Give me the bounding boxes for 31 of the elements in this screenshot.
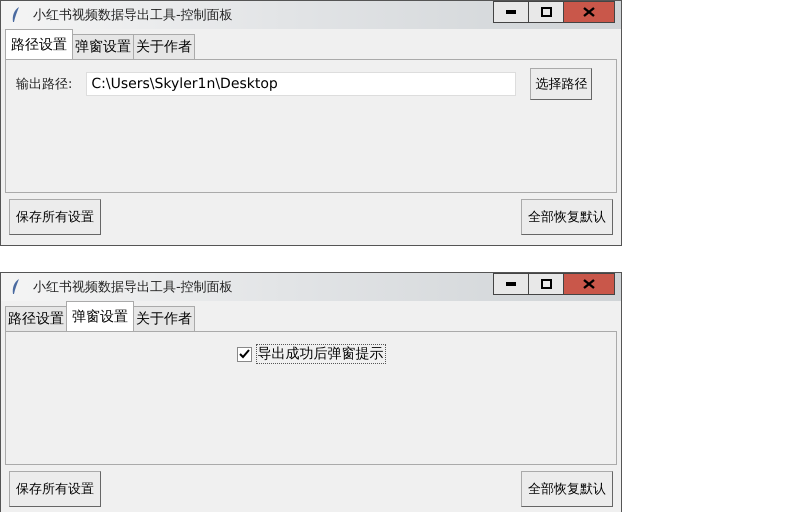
maximize-icon <box>540 7 552 17</box>
tab[interactable]: 路径设置 <box>5 306 67 331</box>
minimize-icon <box>506 282 516 286</box>
tab[interactable]: 弹窗设置 <box>66 301 134 331</box>
action-button[interactable]: 全部恢复默认 <box>521 471 613 507</box>
tab[interactable]: 关于作者 <box>133 306 195 331</box>
checkbox[interactable] <box>236 346 252 362</box>
window-title: 小红书视频数据导出工具-控制面板 <box>33 7 234 24</box>
feather-icon <box>11 278 21 296</box>
close-button[interactable] <box>563 1 615 23</box>
field-label: 输出路径: <box>16 76 72 93</box>
tab[interactable]: 关于作者 <box>133 34 195 59</box>
close-icon <box>583 279 595 289</box>
close-button[interactable] <box>563 273 615 295</box>
close-icon <box>583 7 595 17</box>
minimize-button[interactable] <box>493 273 529 295</box>
tab[interactable]: 弹窗设置 <box>72 34 134 59</box>
feather-icon <box>11 6 21 24</box>
action-button[interactable]: 保存所有设置 <box>9 471 101 507</box>
minimize-button[interactable] <box>493 1 529 23</box>
choose-path-button[interactable]: 选择路径 <box>530 68 592 100</box>
maximize-button[interactable] <box>528 273 564 295</box>
action-button[interactable]: 保存所有设置 <box>9 199 101 235</box>
tab[interactable]: 路径设置 <box>5 29 73 59</box>
action-button[interactable]: 全部恢复默认 <box>521 199 613 235</box>
checkbox-label[interactable]: 导出成功后弹窗提示 <box>256 344 386 364</box>
minimize-icon <box>506 10 516 14</box>
maximize-button[interactable] <box>528 1 564 23</box>
maximize-icon <box>540 279 552 289</box>
window-title: 小红书视频数据导出工具-控制面板 <box>33 279 234 296</box>
path-field[interactable]: C:\Users\Skyler1n\Desktop <box>86 72 516 96</box>
